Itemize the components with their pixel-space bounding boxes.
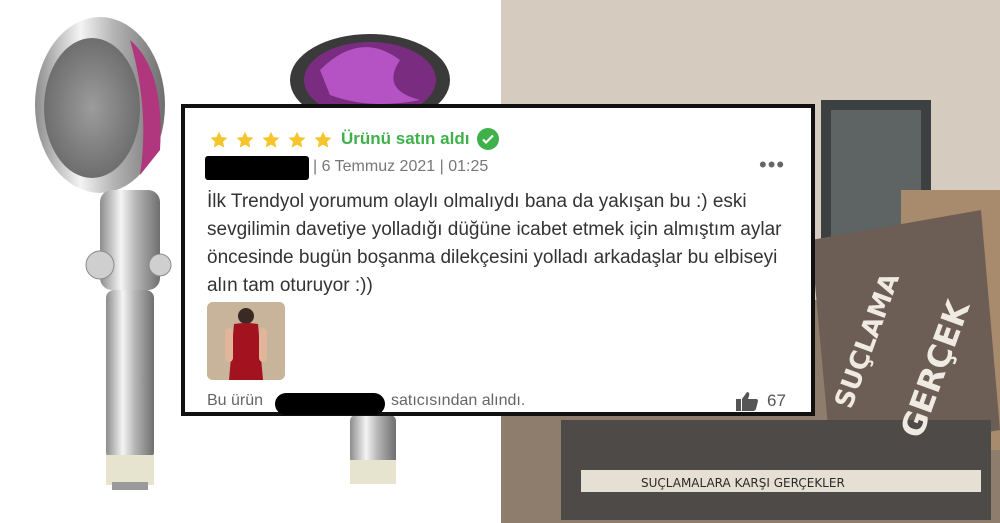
purchase-label: Ürünü satın aldı: [341, 129, 470, 148]
star-icon: [288, 131, 306, 148]
book-spine-text: SUÇLAMALARA KARŞI GERÇEKLER: [641, 476, 845, 490]
check-circle-icon: [477, 128, 500, 150]
redacted-username: [205, 156, 309, 180]
like-control[interactable]: 67: [735, 390, 786, 412]
review-photo[interactable]: [207, 302, 285, 380]
star-rating: [209, 130, 333, 150]
thumbs-up-icon[interactable]: [735, 390, 759, 412]
review-text: İlk Trendyol yorumum olaylı olmalıydı ba…: [207, 191, 782, 296]
star-icon: [314, 131, 332, 148]
review-card: Ürünü satın aldı | 6 Temmuz 2021 | 01:25…: [181, 104, 815, 416]
verified-purchase: Ürünü satın aldı: [341, 128, 500, 150]
star-icon: [236, 131, 254, 148]
star-icon: [262, 131, 280, 148]
redacted-seller: [275, 393, 385, 415]
more-dots-icon[interactable]: •••: [759, 152, 785, 178]
dress-photo: [207, 302, 285, 380]
review-meta: | 6 Temmuz 2021 | 01:25: [313, 158, 489, 175]
like-count: 67: [767, 391, 786, 410]
footer-suffix: satıcısından alındı.: [391, 392, 526, 409]
star-icon: [210, 131, 228, 148]
footer-prefix: Bu ürün: [207, 392, 264, 409]
